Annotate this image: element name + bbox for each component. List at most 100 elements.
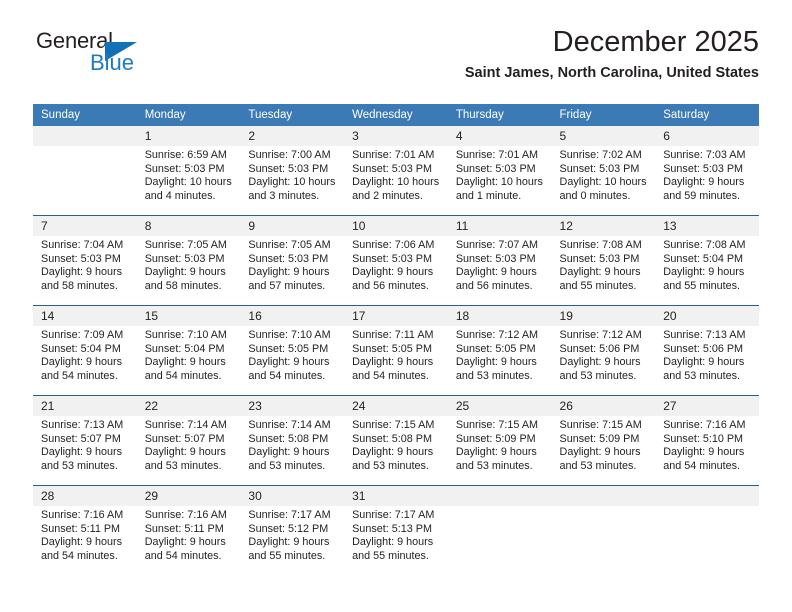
day-cell-inner (551, 486, 656, 575)
day-cell-details: Sunrise: 7:10 AM Sunset: 5:04 PM Daylight:… (137, 326, 241, 383)
calendar-day-cell[interactable]: 31 Sunrise: 7:17 AM Sunset: 5:13 PM Dayligh… (344, 485, 448, 575)
sunset-text: Sunset: 5:13 PM (352, 522, 432, 535)
sunrise-text: Sunrise: 7:08 AM (559, 239, 642, 251)
day-number: 3 (344, 126, 448, 146)
day-number: 23 (240, 396, 345, 416)
sunrise-text: Sunrise: 7:05 AM (144, 239, 227, 251)
calendar-day-cell[interactable]: 5 Sunrise: 7:02 AM Sunset: 5:03 PM Daylight… (551, 126, 656, 216)
day-cell-inner: 11 Sunrise: 7:07 AM Sunset: 5:03 PM Dayligh… (447, 216, 552, 305)
calendar-week-row: 14 Sunrise: 7:09 AM Sunset: 5:04 PM Dayligh… (33, 305, 759, 396)
sunrise-text: Sunrise: 7:13 AM (41, 419, 124, 431)
day-cell-inner: 14 Sunrise: 7:09 AM Sunset: 5:04 PM Dayligh… (33, 306, 137, 395)
calendar-day-cell[interactable]: 22 Sunrise: 7:14 AM Sunset: 5:07 PM Dayligh… (136, 395, 241, 486)
generalblue-logo[interactable]: General Blue (36, 30, 216, 78)
day-cell-details: Sunrise: 7:10 AM Sunset: 5:05 PM Daylight:… (240, 326, 344, 383)
day-cell-details: Sunrise: 7:12 AM Sunset: 5:06 PM Daylight:… (552, 326, 656, 383)
sunrise-text: Sunrise: 7:16 AM (663, 419, 746, 431)
calendar-body: 1 Sunrise: 6:59 AM Sunset: 5:03 PM Daylight… (33, 126, 759, 575)
daylight-text: Daylight: 9 hours and 53 minutes. (352, 446, 434, 472)
day-number: 7 (33, 216, 137, 236)
calendar-day-cell[interactable]: 28 Sunrise: 7:16 AM Sunset: 5:11 PM Dayligh… (33, 485, 137, 575)
calendar-day-cell[interactable]: 29 Sunrise: 7:16 AM Sunset: 5:11 PM Dayligh… (136, 485, 241, 575)
page-header: General Blue December 2025 Saint James, … (0, 0, 792, 81)
day-cell-inner: 5 Sunrise: 7:02 AM Sunset: 5:03 PM Daylight… (551, 126, 656, 215)
calendar-day-cell[interactable]: 6 Sunrise: 7:03 AM Sunset: 5:03 PM Daylight… (655, 126, 759, 216)
day-cell-inner: 3 Sunrise: 7:01 AM Sunset: 5:03 PM Daylight… (344, 126, 448, 215)
calendar-day-cell[interactable]: 24 Sunrise: 7:15 AM Sunset: 5:08 PM Dayligh… (344, 395, 448, 486)
weekday-header-row: Sunday Monday Tuesday Wednesday Thursday… (33, 104, 759, 126)
day-cell-details: Sunrise: 7:15 AM Sunset: 5:09 PM Daylight:… (552, 416, 656, 473)
sunset-text: Sunset: 5:03 PM (352, 162, 432, 175)
sunset-text: Sunset: 5:08 PM (352, 432, 432, 445)
calendar-day-cell[interactable]: 23 Sunrise: 7:14 AM Sunset: 5:08 PM Dayligh… (240, 395, 345, 486)
sunrise-text: Sunrise: 7:13 AM (663, 329, 746, 341)
calendar-day-cell[interactable]: 4 Sunrise: 7:01 AM Sunset: 5:03 PM Daylight… (447, 126, 552, 216)
day-cell-inner: 6 Sunrise: 7:03 AM Sunset: 5:03 PM Daylight… (655, 126, 759, 215)
day-cell-details: Sunrise: 7:00 AM Sunset: 5:03 PM Daylight:… (240, 146, 344, 203)
calendar-day-cell[interactable]: 14 Sunrise: 7:09 AM Sunset: 5:04 PM Dayligh… (33, 305, 137, 396)
calendar-day-cell[interactable]: 25 Sunrise: 7:15 AM Sunset: 5:09 PM Dayligh… (447, 395, 552, 486)
calendar-day-cell[interactable]: 16 Sunrise: 7:10 AM Sunset: 5:05 PM Dayligh… (240, 305, 345, 396)
sunrise-text: Sunrise: 7:14 AM (248, 419, 331, 431)
sunset-text: Sunset: 5:03 PM (248, 252, 329, 265)
sunset-text: Sunset: 5:06 PM (559, 342, 640, 355)
day-number: 31 (344, 486, 448, 506)
day-cell-details: Sunrise: 7:08 AM Sunset: 5:03 PM Daylight:… (552, 236, 656, 293)
day-number (655, 486, 759, 506)
day-number: 16 (240, 306, 345, 326)
day-cell-inner: 17 Sunrise: 7:11 AM Sunset: 5:05 PM Dayligh… (344, 306, 448, 395)
day-cell-details: Sunrise: 7:11 AM Sunset: 5:05 PM Daylight:… (344, 326, 448, 383)
calendar: Sunday Monday Tuesday Wednesday Thursday… (33, 104, 759, 575)
calendar-day-cell[interactable]: 8 Sunrise: 7:05 AM Sunset: 5:03 PM Daylight… (136, 215, 241, 306)
sunset-text: Sunset: 5:03 PM (455, 162, 536, 175)
calendar-day-cell[interactable]: 11 Sunrise: 7:07 AM Sunset: 5:03 PM Dayligh… (447, 215, 552, 306)
daylight-text: Daylight: 10 hours and 1 minute. (455, 176, 543, 202)
calendar-day-cell[interactable]: 20 Sunrise: 7:13 AM Sunset: 5:06 PM Dayligh… (655, 305, 759, 396)
day-cell-details: Sunrise: 7:14 AM Sunset: 5:08 PM Daylight:… (240, 416, 344, 473)
day-cell-details: Sunrise: 7:02 AM Sunset: 5:03 PM Daylight:… (552, 146, 656, 203)
day-cell-inner (655, 486, 759, 575)
day-cell-details: Sunrise: 7:15 AM Sunset: 5:09 PM Daylight:… (448, 416, 552, 473)
calendar-week-row: 7 Sunrise: 7:04 AM Sunset: 5:03 PM Daylight… (33, 215, 759, 306)
calendar-day-cell[interactable]: 26 Sunrise: 7:15 AM Sunset: 5:09 PM Dayligh… (551, 395, 656, 486)
sunrise-text: Sunrise: 7:01 AM (352, 149, 435, 161)
daylight-text: Daylight: 10 hours and 4 minutes. (144, 176, 232, 202)
calendar-day-cell[interactable]: 12 Sunrise: 7:08 AM Sunset: 5:03 PM Dayligh… (551, 215, 656, 306)
daylight-text: Daylight: 9 hours and 53 minutes. (455, 446, 537, 472)
weekday-header-saturday: Saturday (655, 104, 759, 126)
day-cell-details: Sunrise: 7:01 AM Sunset: 5:03 PM Daylight:… (344, 146, 448, 203)
calendar-day-cell[interactable]: 1 Sunrise: 6:59 AM Sunset: 5:03 PM Daylight… (136, 126, 241, 216)
calendar-day-cell[interactable]: 27 Sunrise: 7:16 AM Sunset: 5:10 PM Dayligh… (655, 395, 759, 486)
calendar-day-cell[interactable]: 13 Sunrise: 7:08 AM Sunset: 5:04 PM Dayligh… (655, 215, 759, 306)
calendar-day-cell[interactable]: 30 Sunrise: 7:17 AM Sunset: 5:12 PM Dayligh… (240, 485, 345, 575)
daylight-text: Daylight: 9 hours and 55 minutes. (248, 536, 330, 562)
calendar-day-cell[interactable]: 7 Sunrise: 7:04 AM Sunset: 5:03 PM Daylight… (33, 215, 137, 306)
daylight-text: Daylight: 9 hours and 54 minutes. (352, 356, 434, 382)
daylight-text: Daylight: 10 hours and 3 minutes. (248, 176, 336, 202)
calendar-day-cell[interactable]: 3 Sunrise: 7:01 AM Sunset: 5:03 PM Daylight… (344, 126, 448, 216)
calendar-week-row: 21 Sunrise: 7:13 AM Sunset: 5:07 PM Dayligh… (33, 395, 759, 486)
sunset-text: Sunset: 5:11 PM (41, 522, 121, 535)
calendar-day-cell[interactable]: 2 Sunrise: 7:00 AM Sunset: 5:03 PM Daylight… (240, 126, 345, 216)
calendar-day-cell[interactable]: 17 Sunrise: 7:11 AM Sunset: 5:05 PM Dayligh… (344, 305, 448, 396)
calendar-day-cell[interactable]: 10 Sunrise: 7:06 AM Sunset: 5:03 PM Dayligh… (344, 215, 448, 306)
calendar-day-cell[interactable]: 18 Sunrise: 7:12 AM Sunset: 5:05 PM Dayligh… (447, 305, 552, 396)
sunrise-text: Sunrise: 7:14 AM (144, 419, 227, 431)
day-cell-inner: 23 Sunrise: 7:14 AM Sunset: 5:08 PM Dayligh… (240, 396, 345, 485)
weekday-header-wednesday: Wednesday (344, 104, 448, 126)
calendar-day-cell[interactable]: 15 Sunrise: 7:10 AM Sunset: 5:04 PM Dayligh… (136, 305, 241, 396)
daylight-text: Daylight: 9 hours and 54 minutes. (663, 446, 745, 472)
title-block: December 2025 Saint James, North Carolin… (465, 26, 759, 81)
calendar-day-cell[interactable]: 9 Sunrise: 7:05 AM Sunset: 5:03 PM Daylight… (240, 215, 345, 306)
sunset-text: Sunset: 5:04 PM (41, 342, 121, 355)
sunrise-text: Sunrise: 7:10 AM (144, 329, 227, 341)
sunrise-text: Sunrise: 7:00 AM (248, 149, 331, 161)
sunrise-text: Sunrise: 7:17 AM (248, 509, 331, 521)
day-cell-details: Sunrise: 7:06 AM Sunset: 5:03 PM Daylight:… (344, 236, 448, 293)
sunrise-text: Sunrise: 7:03 AM (663, 149, 746, 161)
sunrise-text: Sunrise: 7:15 AM (352, 419, 435, 431)
calendar-day-cell[interactable]: 21 Sunrise: 7:13 AM Sunset: 5:07 PM Dayligh… (33, 395, 137, 486)
day-cell-details: Sunrise: 7:13 AM Sunset: 5:06 PM Daylight:… (655, 326, 759, 383)
day-cell-details: Sunrise: 7:07 AM Sunset: 5:03 PM Daylight:… (448, 236, 552, 293)
calendar-day-cell[interactable]: 19 Sunrise: 7:12 AM Sunset: 5:06 PM Dayligh… (551, 305, 656, 396)
